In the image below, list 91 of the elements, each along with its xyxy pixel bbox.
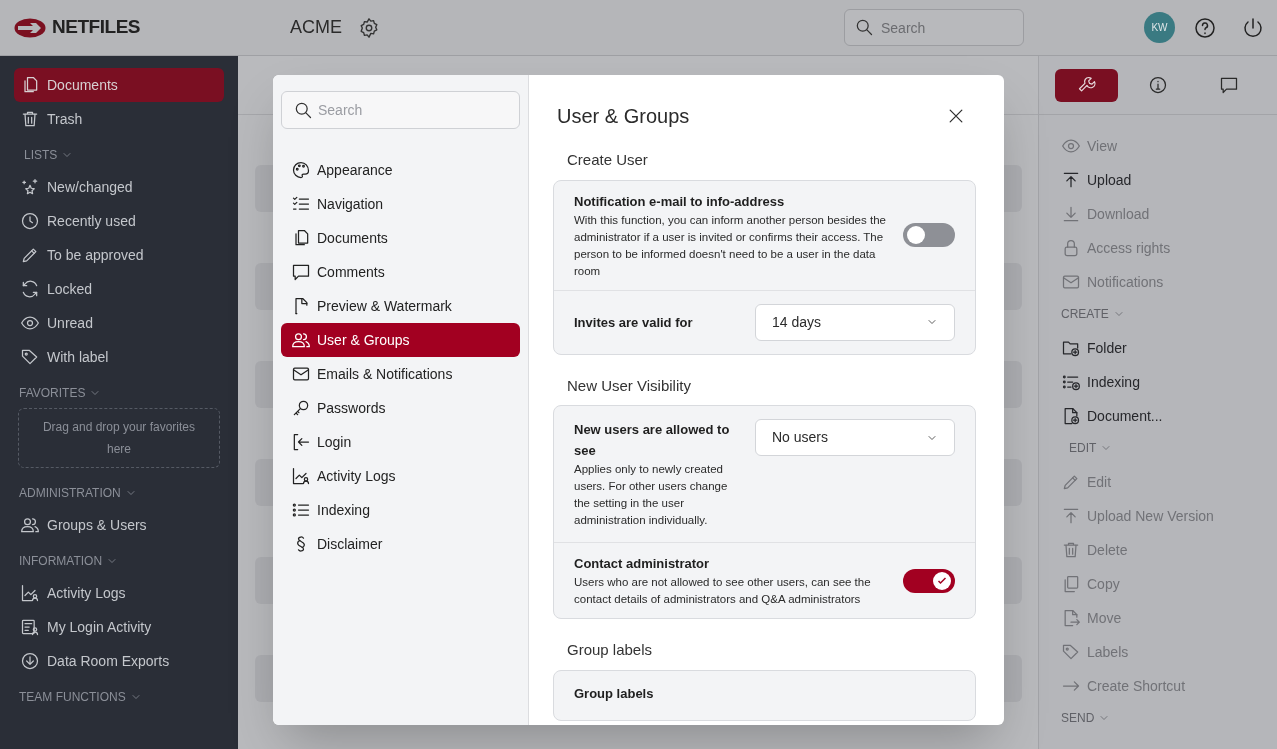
setting-description: Users who are not allowed to see other users, can see the contact details of administrators and Q&A administrators: [574, 575, 872, 607]
upload-icon: [1061, 506, 1081, 526]
settings-nav-item[interactable]: Indexing: [281, 493, 520, 527]
logo-text: NETFILES: [52, 15, 141, 40]
section-heading: EDIT: [1069, 440, 1097, 457]
settings-nav-item[interactable]: Navigation: [281, 187, 520, 221]
palette-icon: [291, 160, 311, 180]
setting-label: New users are allowed to see: [574, 421, 731, 460]
comment-icon: [291, 262, 311, 282]
download-icon: [1061, 204, 1081, 224]
search-field[interactable]: Search: [281, 91, 520, 129]
section-heading: New User Visibility: [566, 375, 692, 396]
settings-button[interactable]: [358, 16, 380, 39]
search-field[interactable]: Search: [844, 9, 1024, 46]
sidebar-item[interactable]: Activity Logs: [14, 576, 224, 610]
action-item[interactable]: Upload: [1061, 163, 1277, 197]
sidebar-item[interactable]: With label: [14, 340, 224, 374]
clock-icon: [20, 211, 40, 231]
help-icon: [1193, 15, 1217, 40]
settings-nav-item[interactable]: Disclaimer: [281, 527, 520, 561]
tag-icon: [1061, 642, 1081, 662]
search-icon: [854, 17, 874, 37]
users-icon: [291, 330, 311, 350]
list-user-icon: [20, 617, 40, 637]
list-icon: [291, 500, 311, 520]
sidebar-item[interactable]: Data Room Exports: [14, 644, 224, 678]
section-heading: FAVORITES: [19, 385, 86, 402]
comment-icon: [1219, 75, 1240, 95]
section-heading: ADMINISTRATION: [19, 485, 121, 502]
power-button[interactable]: [1241, 15, 1265, 40]
sidebar-item[interactable]: Groups & Users: [14, 508, 224, 542]
toggle-switch[interactable]: [903, 223, 955, 247]
key-icon: [291, 398, 311, 418]
login-icon: [291, 432, 311, 452]
setting-label: Notification e-mail to info-address: [574, 192, 786, 211]
trash-icon: [1061, 540, 1081, 560]
section-heading: Group labels: [566, 640, 654, 660]
section-heading: SEND: [1061, 710, 1095, 727]
sidebar-item[interactable]: To be approved: [14, 238, 224, 272]
workspace-name: ACME: [290, 16, 342, 39]
chart-user-icon: [291, 466, 311, 486]
refresh-icon: [20, 279, 40, 299]
chart-user-icon: [20, 583, 40, 603]
settings-nav-item[interactable]: Login: [281, 425, 520, 459]
upload-icon: [1061, 170, 1081, 190]
action-item[interactable]: Document...: [1061, 399, 1277, 433]
sparkle-icon: [20, 177, 40, 197]
logo-icon: [14, 17, 46, 38]
sidebar-item[interactable]: My Login Activity: [14, 610, 224, 644]
sidebar-item[interactable]: Trash: [14, 102, 224, 136]
settings-icon: [358, 16, 380, 39]
power-icon: [1241, 15, 1265, 40]
action-item[interactable]: Indexing: [1061, 365, 1277, 399]
section-heading: LISTS: [24, 147, 58, 164]
sidebar-item[interactable]: Locked: [14, 272, 224, 306]
settings-nav-item[interactable]: Activity Logs: [281, 459, 520, 493]
settings-nav-item[interactable]: Emails & Notifications: [281, 357, 520, 391]
settings-nav-item[interactable]: Comments: [281, 255, 520, 289]
section-heading: Create User: [566, 150, 649, 170]
search-icon: [293, 100, 313, 120]
dialog-title: User & Groups: [557, 104, 690, 129]
settings-nav-item[interactable]: Appearance: [281, 153, 520, 187]
settings-nav-item[interactable]: Passwords: [281, 391, 520, 425]
trash-icon: [20, 109, 40, 129]
sidebar-item[interactable]: Documents: [14, 68, 224, 102]
toggle-switch[interactable]: [903, 568, 955, 593]
download-icon: [20, 651, 40, 671]
setting-label: Invites are valid for: [574, 313, 694, 332]
settings-nav-item[interactable]: Documents: [281, 221, 520, 255]
favorites-dropzone: Drag and drop your favorites here: [18, 408, 220, 468]
user-avatar[interactable]: KW: [1144, 12, 1175, 43]
settings-nav-item[interactable]: Preview & Watermark: [281, 289, 520, 323]
sidebar-item[interactable]: Recently used: [14, 204, 224, 238]
setting-label: Group labels: [574, 684, 655, 703]
section-heading: CREATE: [1061, 306, 1109, 323]
setting-label: Contact administrator: [574, 555, 711, 573]
help-button[interactable]: [1193, 15, 1217, 40]
section-heading: TEAM FUNCTIONS: [19, 689, 126, 706]
dropdown[interactable]: 14 days: [755, 303, 955, 341]
sidebar-item[interactable]: New/changed: [14, 170, 224, 204]
tag-icon: [20, 347, 40, 367]
sidebar-item[interactable]: Unread: [14, 306, 224, 340]
info-icon: [1148, 75, 1168, 95]
action-item[interactable]: Folder: [1061, 331, 1277, 365]
users-icon: [20, 515, 40, 535]
dropdown[interactable]: No users: [755, 419, 955, 456]
panel-tab[interactable]: [1055, 68, 1119, 102]
settings-nav-item[interactable]: User & Groups: [281, 323, 520, 357]
setting-description: With this function, you can inform another person besides the administrator if a user is invited or confirms their access. The person to be informed doesn't need to be a user in the data room: [574, 212, 887, 279]
setting-description: Applies only to newly created users. For other users change the setting in the user administration individually.: [574, 462, 729, 528]
section-heading: INFORMATION: [19, 553, 103, 570]
